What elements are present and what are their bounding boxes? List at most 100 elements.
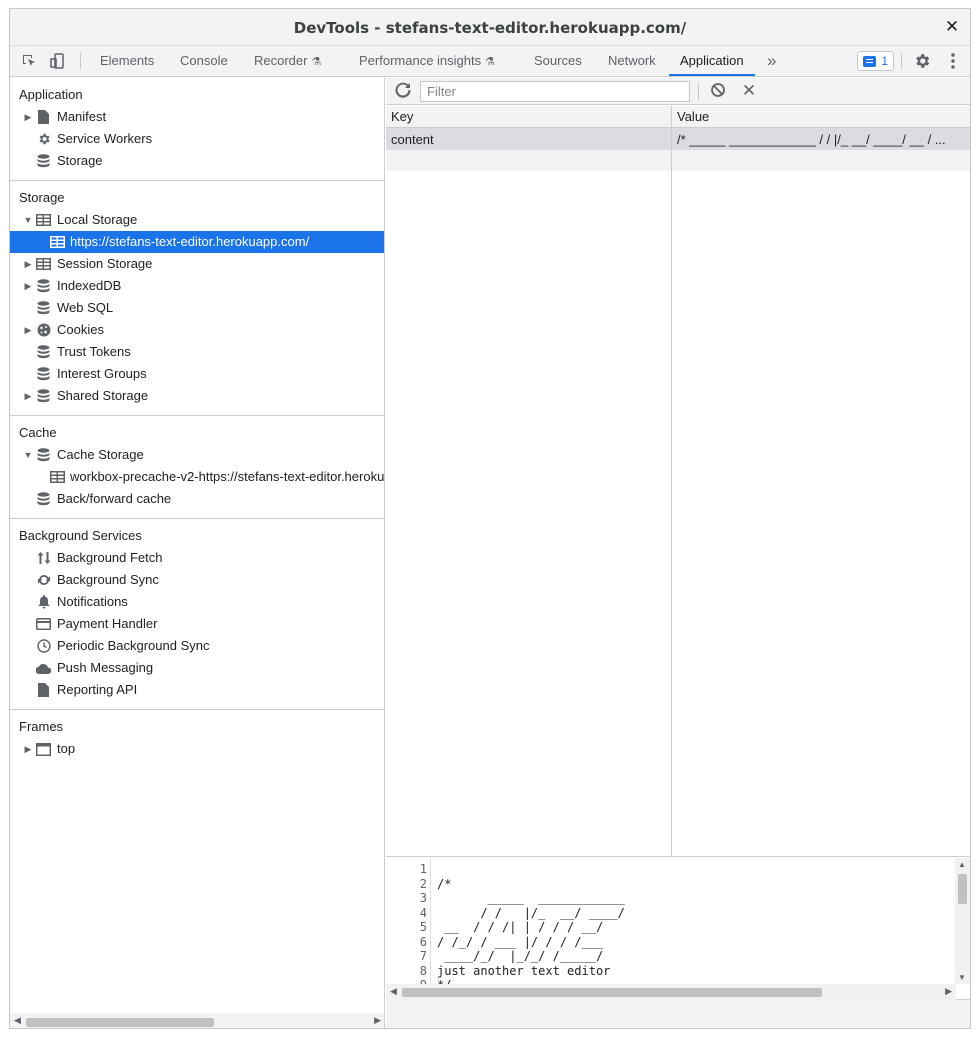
scroll-left-arrow-icon[interactable]: ◀	[14, 1015, 21, 1026]
expand-arrow-icon[interactable]: ▶	[23, 253, 33, 275]
section-title: Storage	[19, 190, 65, 205]
delete-selected-icon[interactable]: ✕	[739, 81, 759, 101]
experiment-flask-icon: ⚗	[485, 56, 495, 68]
expand-arrow-icon[interactable]: ▶	[23, 319, 33, 341]
sidebar-item-workbox-precache[interactable]: workbox-precache-v2-https://stefans-text…	[10, 466, 384, 488]
code-line: 4 / / |/_ __/ ____/	[419, 905, 625, 920]
table-row-empty[interactable]	[386, 150, 970, 171]
code-line: 7 ____/_/ |_/_/ /_____/	[419, 949, 604, 963]
sidebar-item-push-messaging[interactable]: Push Messaging	[10, 657, 384, 679]
settings-gear-icon[interactable]	[912, 51, 932, 71]
inspect-element-icon[interactable]	[19, 51, 39, 71]
issues-count: 1	[881, 54, 888, 68]
scrollbar-thumb[interactable]	[402, 988, 822, 997]
sidebar-item-service-workers[interactable]: Service Workers	[10, 128, 384, 150]
sidebar-item-background-fetch[interactable]: Background Fetch	[10, 547, 384, 569]
scroll-up-arrow-icon[interactable]: ▲	[958, 860, 966, 869]
tab-sources[interactable]: Sources	[533, 46, 583, 76]
scrollbar-thumb[interactable]	[26, 1018, 214, 1027]
table-icon	[50, 470, 65, 484]
sidebar-item-local-storage-origin[interactable]: https://stefans-text-editor.herokuapp.co…	[10, 231, 384, 253]
close-window-button[interactable]: ✕	[942, 17, 962, 37]
sidebar-item-trust-tokens[interactable]: Trust Tokens	[10, 341, 384, 363]
sidebar-item-payment-handler[interactable]: Payment Handler	[10, 613, 384, 635]
sidebar-item-manifest[interactable]: ▶ Manifest	[10, 106, 384, 128]
table-icon	[50, 235, 65, 249]
tab-network[interactable]: Network	[607, 46, 657, 76]
sidebar-item-session-storage[interactable]: ▶ Session Storage	[10, 253, 384, 275]
database-icon	[36, 154, 51, 168]
sidebar-item-frame-top[interactable]: ▶ top	[10, 738, 384, 760]
expand-arrow-icon[interactable]: ▶	[23, 385, 33, 407]
sidebar-item-interest-groups[interactable]: Interest Groups	[10, 363, 384, 385]
database-icon	[36, 448, 51, 462]
preview-horizontal-scrollbar[interactable]: ◀ ▶	[386, 984, 956, 1000]
sidebar-item-cookies[interactable]: ▶ Cookies	[10, 319, 384, 341]
toolbar-divider	[80, 53, 81, 69]
scroll-down-arrow-icon[interactable]: ▼	[958, 973, 966, 982]
expand-arrow-icon[interactable]: ▶	[23, 106, 33, 128]
gear-icon	[36, 132, 51, 146]
expand-arrow-icon[interactable]: ▶	[23, 738, 33, 760]
scroll-right-arrow-icon[interactable]: ▶	[374, 1015, 381, 1026]
refresh-icon[interactable]	[395, 82, 413, 100]
value-preview-pane: 1 2/* 3 _____ ____________ 4 / / |/_ __/…	[386, 858, 970, 1000]
sidebar-item-indexeddb[interactable]: ▶ IndexedDB	[10, 275, 384, 297]
sidebar-section-cache: Cache ▼ Cache Storage workbox-precache-v…	[10, 416, 384, 519]
expand-arrow-icon[interactable]: ▶	[23, 275, 33, 297]
sidebar-item-reporting-api[interactable]: Reporting API	[10, 679, 384, 701]
sidebar-item-shared-storage[interactable]: ▶ Shared Storage	[10, 385, 384, 407]
database-icon	[36, 492, 51, 506]
sidebar-item-background-sync[interactable]: Background Sync	[10, 569, 384, 591]
collapse-arrow-icon[interactable]: ▼	[23, 209, 33, 231]
device-toolbar-icon[interactable]	[48, 51, 68, 71]
title-bar: DevTools - stefans-text-editor.herokuapp…	[10, 9, 970, 46]
sidebar-item-cache-storage[interactable]: ▼ Cache Storage	[10, 444, 384, 466]
tab-console[interactable]: Console	[179, 46, 229, 76]
sync-icon	[36, 573, 51, 587]
code-line: 3 _____ ____________	[419, 891, 625, 905]
preview-vertical-scrollbar[interactable]: ▲ ▼	[955, 858, 970, 984]
scrollbar-thumb[interactable]	[958, 874, 967, 904]
table-row[interactable]: content /* _____ ____________ / / |/_ __…	[386, 128, 970, 150]
database-icon	[36, 279, 51, 293]
application-sidebar: Application ▶ Manifest Service Workers S…	[10, 78, 385, 1028]
cell-key: content	[391, 132, 434, 147]
sidebar-item-storage[interactable]: Storage	[10, 150, 384, 172]
database-icon	[36, 345, 51, 359]
more-tabs-button[interactable]: »	[766, 46, 777, 76]
filter-input[interactable]	[420, 81, 690, 102]
tab-application[interactable]: Application	[669, 46, 755, 76]
section-title: Cache	[19, 425, 57, 440]
clear-all-icon[interactable]	[710, 82, 728, 100]
main-toolbar: Elements Console Recorder ⚗ Performance i…	[10, 46, 970, 77]
tab-elements[interactable]: Elements	[99, 46, 155, 76]
window-title: DevTools - stefans-text-editor.herokuapp…	[293, 19, 687, 37]
sidebar-item-periodic-background-sync[interactable]: Periodic Background Sync	[10, 635, 384, 657]
sidebar-item-back-forward-cache[interactable]: Back/forward cache	[10, 488, 384, 510]
sidebar-horizontal-scrollbar[interactable]: ◀ ▶	[10, 1013, 384, 1028]
status-bar	[386, 1000, 970, 1028]
sidebar-section-storage: Storage ▼ Local Storage https://stefans-…	[10, 181, 384, 416]
preview-code: 1 2/* 3 _____ ____________ 4 / / |/_ __/…	[386, 862, 956, 984]
local-storage-panel: ✕ Key Value content /* _____ ___________…	[386, 78, 970, 1028]
issues-counter-button[interactable]: 1	[857, 51, 894, 71]
scroll-left-arrow-icon[interactable]: ◀	[390, 986, 397, 997]
toolbar-divider	[698, 83, 699, 100]
code-line: 2/*	[419, 876, 452, 891]
sidebar-item-web-sql[interactable]: Web SQL	[10, 297, 384, 319]
scroll-right-arrow-icon[interactable]: ▶	[945, 986, 952, 997]
sidebar-item-local-storage[interactable]: ▼ Local Storage	[10, 209, 384, 231]
collapse-arrow-icon[interactable]: ▼	[23, 444, 33, 466]
sidebar-item-notifications[interactable]: Notifications	[10, 591, 384, 613]
tab-performance-insights[interactable]: Performance insights ⚗	[358, 46, 496, 76]
storage-toolbar: ✕	[386, 78, 970, 105]
column-header-value[interactable]: Value	[677, 109, 709, 124]
table-icon	[36, 257, 51, 271]
tab-recorder[interactable]: Recorder ⚗	[253, 46, 322, 76]
more-options-icon[interactable]	[943, 51, 963, 71]
column-header-key[interactable]: Key	[391, 109, 413, 124]
cell-value: /* _____ ____________ / / |/_ __/ ____/ …	[677, 132, 946, 147]
column-divider	[671, 106, 672, 857]
cloud-icon	[36, 661, 51, 675]
